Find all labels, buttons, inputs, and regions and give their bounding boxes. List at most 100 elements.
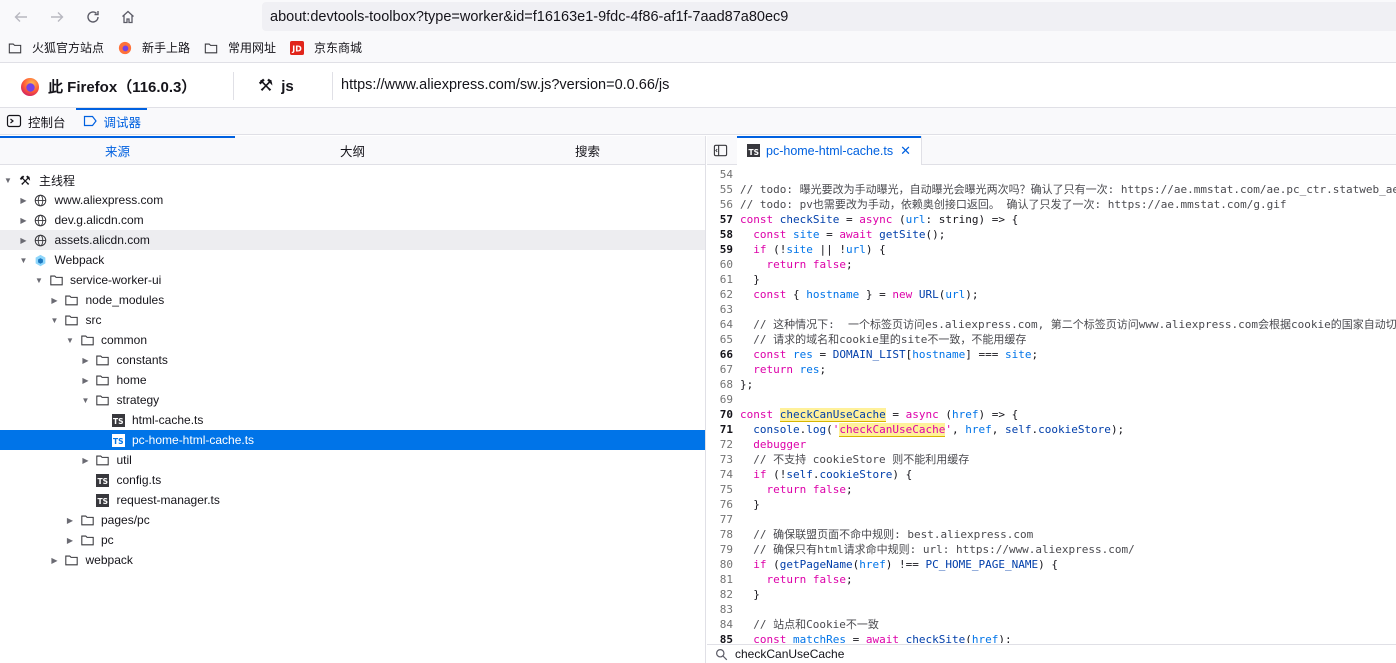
tree-item[interactable]: ▼ ⚒ 主线程 <box>0 170 705 190</box>
line-number[interactable]: 77 <box>707 512 733 527</box>
line-number[interactable]: 69 <box>707 392 733 407</box>
line-number[interactable]: 80 <box>707 557 733 572</box>
url-bar[interactable]: about:devtools-toolbox?type=worker&id=f1… <box>262 2 1396 31</box>
line-number[interactable]: 60 <box>707 257 733 272</box>
line-number[interactable]: 75 <box>707 482 733 497</box>
line-number[interactable]: 72 <box>707 437 733 452</box>
tree-item[interactable]: ▼ strategy <box>0 390 705 410</box>
line-number[interactable]: 70 <box>707 407 733 422</box>
line-number[interactable]: 64 <box>707 317 733 332</box>
chevron-right-icon[interactable]: ▶ <box>81 370 91 390</box>
target-firefox[interactable]: 此 Firefox（116.0.3） <box>20 76 196 97</box>
chevron-down-icon[interactable]: ▼ <box>65 330 75 350</box>
code-token: res <box>799 363 820 376</box>
bookmark-0[interactable]: 火狐官方站点 <box>8 39 104 56</box>
forward-button[interactable] <box>44 4 70 30</box>
tree-item[interactable]: TS config.ts <box>0 470 705 490</box>
line-number[interactable]: 66 <box>707 347 733 362</box>
code-token: checkSite <box>779 213 840 226</box>
tree-item[interactable]: ▶ util <box>0 450 705 470</box>
tree-item[interactable]: TS request-manager.ts <box>0 490 705 510</box>
tree-item[interactable]: ▶ pages/pc <box>0 510 705 530</box>
line-number[interactable]: 58 <box>707 227 733 242</box>
home-button[interactable] <box>115 4 141 30</box>
tree-item[interactable]: ▼ common <box>0 330 705 350</box>
chevron-down-icon[interactable]: ▼ <box>19 250 29 270</box>
line-number[interactable]: 67 <box>707 362 733 377</box>
line-number[interactable]: 83 <box>707 602 733 617</box>
tree-item[interactable]: ▶ home <box>0 370 705 390</box>
code-view[interactable]: 54 55 // todo: 曝光要改为手动曝光，自动曝光会曝光两次吗？确认了只有一… <box>707 167 1396 643</box>
chevron-right-icon[interactable]: ▶ <box>81 350 91 370</box>
tree-item[interactable]: ▼ service-worker-ui <box>0 270 705 290</box>
line-number[interactable]: 59 <box>707 242 733 257</box>
tab-console[interactable]: 控制台 <box>0 108 72 135</box>
line-number[interactable]: 61 <box>707 272 733 287</box>
line-number[interactable]: 73 <box>707 452 733 467</box>
chevron-right-icon[interactable]: ▶ <box>19 230 29 250</box>
line-number[interactable]: 71 <box>707 422 733 437</box>
line-number[interactable]: 57 <box>707 212 733 227</box>
line-number[interactable]: 68 <box>707 377 733 392</box>
code-token: const <box>753 633 793 643</box>
line-content <box>733 167 740 182</box>
chevron-down-icon[interactable]: ▼ <box>3 170 13 190</box>
chevron-down-icon[interactable]: ▼ <box>81 390 91 410</box>
tree-item[interactable]: ▶ constants <box>0 350 705 370</box>
reload-button[interactable] <box>80 4 106 30</box>
line-number[interactable]: 54 <box>707 167 733 182</box>
chevron-right-icon[interactable]: ▶ <box>50 550 60 570</box>
line-number[interactable]: 62 <box>707 287 733 302</box>
tab-debugger[interactable]: 调试器 <box>75 107 148 135</box>
tree-item[interactable]: ▶ webpack <box>0 550 705 570</box>
chevron-down-icon[interactable]: ▼ <box>50 310 60 330</box>
line-number[interactable]: 56 <box>707 197 733 212</box>
tree-item[interactable]: ▶ www.aliexpress.com <box>0 190 705 210</box>
toggle-sidebar-button[interactable] <box>713 143 728 161</box>
bookmark-2[interactable]: 常用网址 <box>204 39 276 56</box>
chevron-right-icon[interactable]: ▶ <box>81 450 91 470</box>
line-number[interactable]: 82 <box>707 587 733 602</box>
back-button[interactable] <box>8 4 34 30</box>
search-bar[interactable]: checkCanUseCache <box>707 644 1396 663</box>
code-token: const <box>753 288 787 301</box>
line-number[interactable]: 78 <box>707 527 733 542</box>
chevron-right-icon[interactable]: ▶ <box>65 510 75 530</box>
line-number[interactable]: 65 <box>707 332 733 347</box>
chevron-right-icon[interactable]: ▶ <box>19 190 29 210</box>
tree-item[interactable]: ▼ src <box>0 310 705 330</box>
tab-search[interactable]: 搜索 <box>470 136 705 164</box>
line-number[interactable]: 63 <box>707 302 733 317</box>
chevron-right-icon[interactable]: ▶ <box>50 290 60 310</box>
tree-item[interactable]: TS pc-home-html-cache.ts <box>0 430 705 450</box>
bookmark-3[interactable]: JD 京东商城 <box>290 39 362 56</box>
code-token: // todo: pv也需要改为手动，依赖奥创接口返回。 确认了只发了一次: h… <box>740 198 1287 211</box>
chevron-down-icon[interactable]: ▼ <box>34 270 44 290</box>
line-number[interactable]: 55 <box>707 182 733 197</box>
line-number[interactable]: 85 <box>707 632 733 643</box>
line-number[interactable]: 84 <box>707 617 733 632</box>
tree-item-label: request-manager.ts <box>116 493 220 507</box>
line-content: if (!self.cookieStore) { <box>733 467 912 482</box>
tree-item[interactable]: ▶ pc <box>0 530 705 550</box>
tree-item[interactable]: TS html-cache.ts <box>0 410 705 430</box>
chevron-right-icon[interactable]: ▶ <box>19 210 29 230</box>
bookmark-1[interactable]: 新手上路 <box>118 39 190 56</box>
tab-outline[interactable]: 大纲 <box>235 136 470 164</box>
editor-tab[interactable]: TS pc-home-html-cache.ts ✕ <box>737 136 923 165</box>
line-number[interactable]: 74 <box>707 467 733 482</box>
line-number[interactable]: 81 <box>707 572 733 587</box>
tree-item[interactable]: ▶ dev.g.alicdn.com <box>0 210 705 230</box>
tab-sources[interactable]: 来源 <box>0 136 235 164</box>
line-number[interactable]: 76 <box>707 497 733 512</box>
tree-item[interactable]: ▼ Webpack <box>0 250 705 270</box>
tree-item[interactable]: ▶ node_modules <box>0 290 705 310</box>
tab-console-label: 控制台 <box>28 115 66 130</box>
close-tab-icon[interactable]: ✕ <box>900 143 911 159</box>
chevron-right-icon[interactable]: ▶ <box>65 530 75 550</box>
globe-icon <box>33 212 49 228</box>
tree-item[interactable]: ▶ assets.alicdn.com <box>0 230 705 250</box>
code-token: await <box>839 228 880 241</box>
line-number[interactable]: 79 <box>707 542 733 557</box>
